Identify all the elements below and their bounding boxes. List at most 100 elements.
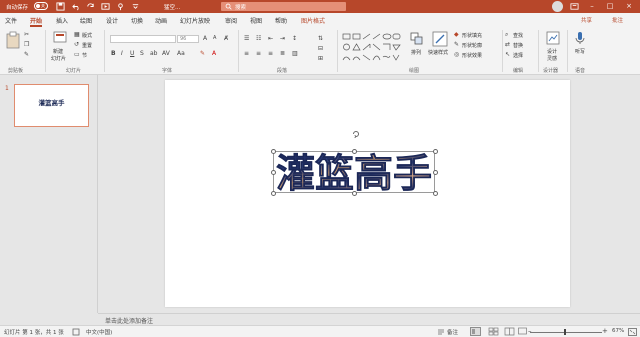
increase-font-icon[interactable]: A	[203, 35, 207, 42]
resize-handle[interactable]	[351, 190, 357, 196]
resize-handle[interactable]	[432, 169, 438, 175]
notes-pane[interactable]: 单击此处添加备注	[98, 313, 640, 325]
slide-sorter-icon[interactable]	[488, 327, 499, 336]
close-button[interactable]: ×	[621, 1, 637, 12]
avatar[interactable]	[552, 1, 563, 12]
find-button[interactable]: 查找	[513, 32, 523, 39]
new-slide-icon[interactable]	[53, 31, 67, 43]
line-spacing-icon[interactable]: ↕	[292, 35, 297, 42]
tab-design[interactable]: 设计	[106, 16, 118, 25]
new-slide-label-2[interactable]: 幻灯片	[51, 55, 66, 62]
rotate-handle-icon[interactable]	[351, 129, 361, 139]
justify-icon[interactable]: ≣	[280, 50, 285, 57]
zoom-slider[interactable]	[530, 332, 602, 333]
shape-effects-button[interactable]: 形状效果	[462, 52, 482, 59]
resize-handle[interactable]	[270, 169, 276, 175]
accessibility-icon[interactable]	[72, 328, 80, 336]
arrange-label[interactable]: 排列	[411, 49, 421, 56]
align-text-icon[interactable]: ⊟	[318, 45, 323, 52]
notes-toggle[interactable]: 备注	[447, 328, 458, 336]
quick-styles-icon[interactable]	[432, 31, 448, 47]
language-indicator[interactable]: 中文(中国)	[86, 328, 112, 336]
bold-icon[interactable]: B	[111, 50, 116, 57]
zoom-slider-thumb[interactable]	[564, 329, 566, 335]
comments-button[interactable]: 批注	[612, 16, 638, 25]
numbering-icon[interactable]: ☷	[256, 35, 261, 42]
touch-mode-icon[interactable]	[116, 2, 125, 11]
increase-indent-icon[interactable]: ⇥	[280, 35, 285, 42]
tab-view[interactable]: 视图	[250, 16, 262, 25]
tab-draw[interactable]: 绘图	[80, 16, 92, 25]
slideshow-view-icon[interactable]	[518, 327, 527, 336]
resize-handle[interactable]	[432, 190, 438, 196]
autosave-toggle[interactable]: 关	[34, 2, 48, 10]
strikethrough-icon[interactable]: S	[140, 50, 144, 57]
minimize-button[interactable]: –	[584, 1, 600, 12]
slide-thumbnail[interactable]: 灌篮高手	[14, 84, 89, 127]
clear-format-icon[interactable]: Ⱥ	[224, 35, 228, 42]
microphone-icon[interactable]	[574, 31, 586, 45]
text-direction-icon[interactable]: ⇅	[318, 35, 323, 42]
smartart-icon[interactable]: ⊞	[318, 55, 323, 62]
fit-to-window-icon[interactable]	[628, 328, 637, 336]
columns-icon[interactable]: ▥	[292, 50, 298, 57]
shape-outline-button[interactable]: 形状轮廓	[462, 42, 482, 49]
shadow-icon[interactable]: ab	[150, 50, 158, 57]
ribbon-display-options-icon[interactable]	[570, 2, 579, 11]
tab-picture-format[interactable]: 图片格式	[301, 16, 325, 25]
start-slideshow-icon[interactable]	[101, 2, 110, 11]
cut-icon[interactable]: ✂	[24, 31, 29, 38]
redo-icon[interactable]	[86, 2, 95, 11]
normal-view-icon[interactable]	[470, 327, 481, 336]
tab-slideshow[interactable]: 幻灯片放映	[180, 16, 210, 25]
zoom-in-button[interactable]: +	[602, 327, 608, 335]
undo-icon[interactable]	[72, 2, 81, 11]
font-size-box[interactable]: 96	[177, 35, 199, 43]
share-button[interactable]: 共享	[581, 16, 607, 25]
resize-handle[interactable]	[432, 148, 438, 154]
underline-icon[interactable]: U	[130, 50, 134, 57]
layout-button[interactable]: 版式	[82, 32, 92, 39]
dictate-label[interactable]: 听写	[575, 48, 585, 55]
customize-toolbar-icon[interactable]	[131, 2, 140, 11]
shape-fill-button[interactable]: 形状填充	[462, 32, 482, 39]
bullets-icon[interactable]: ☰	[244, 35, 249, 42]
tab-insert[interactable]: 插入	[56, 16, 68, 25]
design-ideas-label-2[interactable]: 灵感	[547, 55, 557, 62]
align-center-icon[interactable]: ≡	[256, 50, 261, 57]
resize-handle[interactable]	[270, 148, 276, 154]
font-color-icon[interactable]: A	[212, 50, 216, 57]
resize-handle[interactable]	[351, 148, 357, 154]
zoom-out-button[interactable]: –	[528, 327, 532, 335]
char-spacing-icon[interactable]: AV	[162, 50, 170, 57]
decrease-indent-icon[interactable]: ⇤	[268, 35, 273, 42]
new-slide-label[interactable]: 新建	[53, 48, 63, 55]
highlight-icon[interactable]: ✎	[200, 50, 205, 57]
tab-transitions[interactable]: 切换	[131, 16, 143, 25]
italic-icon[interactable]: I	[121, 50, 123, 57]
replace-button[interactable]: 替换	[513, 42, 523, 49]
arrange-icon[interactable]	[410, 32, 424, 46]
change-case-icon[interactable]: Aa	[177, 50, 185, 57]
search-box[interactable]: 搜索	[221, 2, 346, 11]
design-ideas-label[interactable]: 设计	[547, 48, 557, 55]
design-ideas-icon[interactable]	[546, 31, 560, 45]
paste-icon[interactable]	[6, 31, 20, 49]
tab-help[interactable]: 帮助	[275, 16, 287, 25]
save-icon[interactable]	[56, 2, 65, 11]
align-right-icon[interactable]: ≡	[268, 50, 273, 57]
reading-view-icon[interactable]	[504, 327, 515, 336]
maximize-button[interactable]: □	[602, 1, 618, 12]
copy-icon[interactable]: ❐	[24, 41, 29, 48]
quick-styles-label[interactable]: 快速样式	[428, 49, 448, 56]
section-button[interactable]: 节	[82, 52, 87, 59]
decrease-font-icon[interactable]: A	[213, 35, 216, 41]
shapes-gallery-icon[interactable]	[342, 32, 402, 62]
tab-animations[interactable]: 动画	[155, 16, 167, 25]
select-button[interactable]: 选择	[513, 52, 523, 59]
tab-home[interactable]: 开始	[30, 16, 42, 25]
tab-review[interactable]: 审阅	[225, 16, 237, 25]
reset-button[interactable]: 重置	[82, 42, 92, 49]
zoom-level[interactable]: 67%	[612, 328, 624, 334]
resize-handle[interactable]	[270, 190, 276, 196]
